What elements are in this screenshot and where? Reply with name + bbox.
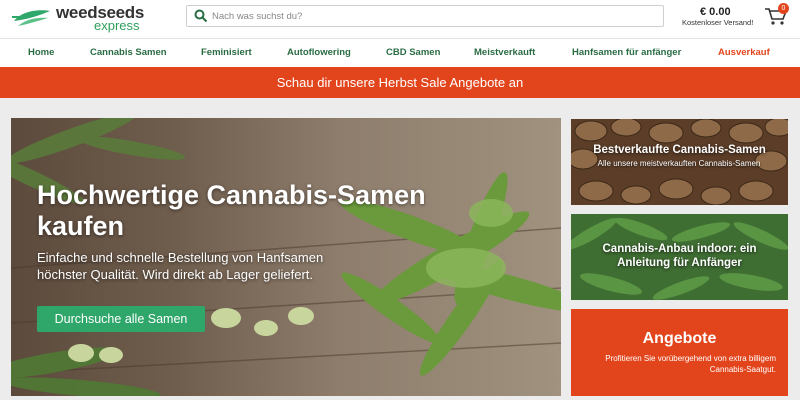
sale-banner[interactable]: Schau dir unsere Herbst Sale Angebote an [0, 67, 800, 98]
card-bestsellers[interactable]: Bestverkaufte Cannabis-Samen Alle unsere… [571, 119, 788, 205]
cart-count-badge: 0 [778, 3, 789, 14]
main-nav: Home Cannabis Samen Feminisiert Autoflow… [0, 38, 800, 67]
nav-item-hanfsamen-anfaenger[interactable]: Hanfsamen für anfänger [572, 47, 681, 58]
logo[interactable]: weedseeds express [12, 4, 162, 34]
card-title: Bestverkaufte Cannabis-Samen [593, 144, 766, 156]
hero-banner: Hochwertige Cannabis-Samen kaufen Einfac… [11, 118, 561, 396]
search-box [186, 5, 664, 27]
card-subtitle: Profitieren Sie vorübergehend von extra … [605, 354, 776, 374]
card-subtitle: Alle unsere meistverkauften Cannabis-Sam… [597, 159, 761, 168]
search-icon[interactable] [194, 9, 208, 23]
card-title: Angebote [642, 330, 717, 347]
nav-item-cbd-samen[interactable]: CBD Samen [386, 47, 440, 58]
nav-item-ausverkauf[interactable]: Ausverkauf [718, 47, 770, 58]
card-title: Cannabis-Anbau indoor: ein Anleitung für… [602, 243, 757, 269]
shipping-note: Kostenloser Versand! [682, 18, 754, 27]
cart-total: € 0.00 [700, 6, 731, 18]
hero-description: Einfache und schnelle Bestellung von Han… [37, 250, 324, 282]
nav-item-feminisiert[interactable]: Feminisiert [201, 47, 252, 58]
site-header: weedseeds express € 0.00 Kostenloser Ver… [0, 0, 800, 38]
nav-item-home[interactable]: Home [28, 47, 54, 58]
card-indoor-guide[interactable]: Cannabis-Anbau indoor: ein Anleitung für… [571, 214, 788, 300]
hero-title: Hochwertige Cannabis-Samen kaufen [37, 180, 426, 241]
search-input[interactable] [212, 8, 652, 24]
nav-item-meistverkauft[interactable]: Meistverkauft [474, 47, 535, 58]
card-offers[interactable]: Angebote Profitieren Sie vorübergehend v… [571, 309, 788, 396]
logo-leaf-icon [12, 10, 50, 26]
nav-item-cannabis-samen[interactable]: Cannabis Samen [90, 47, 167, 58]
logo-sub-text: express [94, 18, 140, 33]
browse-seeds-button[interactable]: Durchsuche alle Samen [37, 306, 205, 332]
nav-item-autoflowering[interactable]: Autoflowering [287, 47, 351, 58]
